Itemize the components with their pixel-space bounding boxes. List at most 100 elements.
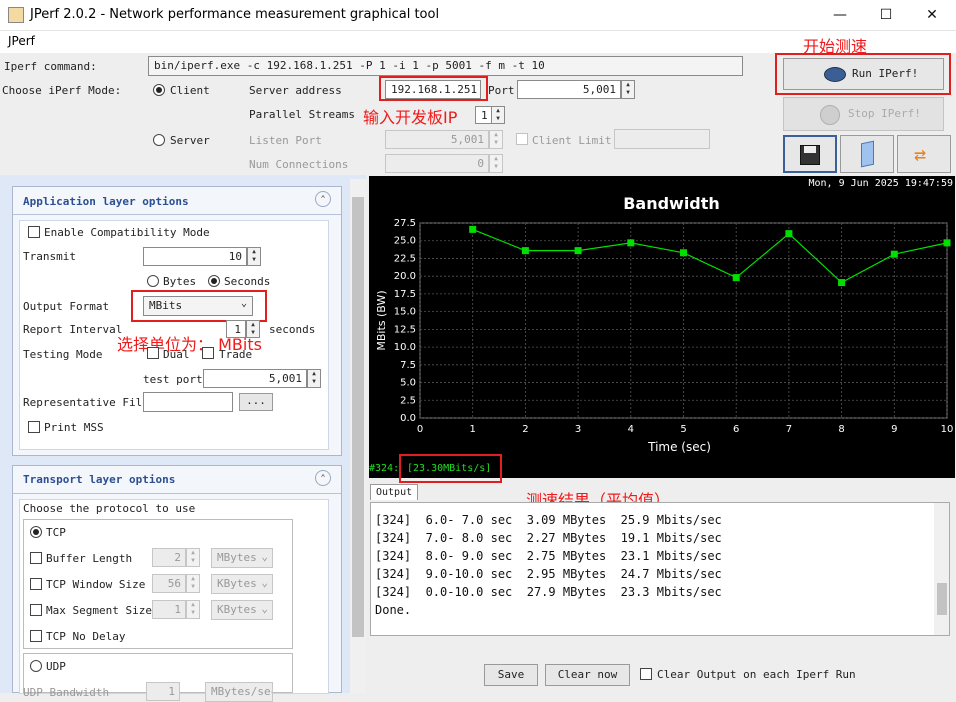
udp-bandwidth-unit-select[interactable]: MBytes/sec — [205, 682, 273, 702]
browse-button[interactable]: ... — [239, 393, 273, 411]
buffer-length-checkbox[interactable] — [30, 552, 42, 564]
output-text-area[interactable]: [324] 6.0- 7.0 sec 3.09 MBytes 25.9 Mbit… — [370, 502, 950, 636]
annotation-box-result — [399, 454, 502, 483]
x-tick-label: 7 — [786, 424, 792, 435]
dual-checkbox[interactable] — [147, 347, 159, 359]
tcp-nodelay-checkbox[interactable] — [30, 630, 42, 642]
parallel-streams-label: Parallel Streams — [249, 108, 355, 121]
mss-input[interactable]: 1 — [152, 600, 186, 619]
print-mss-checkbox[interactable] — [28, 421, 40, 433]
x-tick-label: 8 — [838, 424, 844, 435]
iperf-command-label: Iperf command: — [4, 60, 97, 73]
test-port-input[interactable]: 5,001 — [203, 369, 307, 388]
buffer-length-spinner[interactable]: ▲ ▼ — [186, 548, 200, 567]
y-tick-label: 20.0 — [394, 271, 416, 282]
bytes-label: Bytes — [163, 275, 197, 288]
open-config-button[interactable] — [840, 135, 894, 173]
buffer-unit-select[interactable]: MBytes ⌄ — [211, 548, 273, 568]
parallel-streams-input[interactable]: 1 — [475, 106, 492, 124]
annotation-box-ip — [379, 76, 488, 101]
compat-mode-checkbox[interactable] — [28, 226, 40, 238]
tcp-window-spinner[interactable]: ▲ ▼ — [186, 574, 200, 593]
listen-port-spinner[interactable]: ▲ ▼ — [489, 130, 503, 149]
num-connections-input[interactable]: 0 — [385, 154, 489, 173]
data-point — [785, 230, 793, 238]
clear-each-run-label: Clear Output on each Iperf Run — [657, 668, 856, 681]
data-point — [732, 274, 740, 282]
output-scrollbar-thumb[interactable] — [937, 583, 947, 615]
collapse-icon[interactable]: ⌃ — [315, 191, 331, 207]
scrollbar-thumb[interactable] — [352, 197, 364, 637]
clear-each-run-checkbox[interactable] — [640, 668, 652, 680]
y-tick-label: 25.0 — [394, 236, 416, 247]
trade-checkbox[interactable] — [202, 347, 214, 359]
test-port-spinner[interactable]: ▲ ▼ — [307, 369, 321, 388]
mss-unit-select[interactable]: KBytes ⌄ — [211, 600, 273, 620]
num-connections-spinner[interactable]: ▲ ▼ — [489, 154, 503, 173]
client-limit-checkbox[interactable] — [516, 133, 528, 145]
java-app-icon — [8, 7, 24, 23]
mss-unit-value: KBytes — [217, 603, 257, 616]
port-input[interactable]: 5,001 — [517, 80, 621, 99]
maximize-button[interactable]: ☐ — [863, 0, 909, 31]
stop-iperf-button[interactable]: Stop IPerf! — [783, 97, 944, 131]
iperf-command-field[interactable]: bin/iperf.exe -c 192.168.1.251 -P 1 -i 1… — [148, 56, 743, 76]
output-line: Done. — [375, 603, 412, 617]
annotation-box-run — [775, 53, 951, 95]
title-bar: JPerf 2.0.2 - Network performance measur… — [0, 0, 956, 31]
transmit-spinner[interactable]: ▲ ▼ — [247, 247, 261, 266]
output-scrollbar[interactable] — [934, 503, 949, 635]
collapse-icon[interactable]: ⌃ — [315, 470, 331, 486]
udp-radio[interactable] — [30, 660, 42, 672]
seconds-radio[interactable] — [208, 275, 220, 287]
y-tick-label: 12.5 — [394, 324, 416, 335]
buffer-length-input[interactable]: 2 — [152, 548, 186, 567]
udp-bandwidth-input[interactable]: 1 — [146, 682, 180, 701]
window-unit-value: KBytes — [217, 577, 257, 590]
tcp-window-checkbox[interactable] — [30, 578, 42, 590]
listen-port-input[interactable]: 5,001 — [385, 130, 489, 149]
mss-checkbox[interactable] — [30, 604, 42, 616]
chevron-down-icon: ⌄ — [261, 602, 268, 615]
application-layer-title: Application layer options — [23, 195, 189, 208]
data-point — [574, 247, 582, 255]
tcp-window-input[interactable]: 56 — [152, 574, 186, 593]
save-output-button[interactable]: Save — [484, 664, 538, 686]
menu-item-jperf[interactable]: JPerf — [8, 34, 35, 48]
client-radio[interactable] — [153, 84, 165, 96]
minimize-button[interactable]: — — [817, 0, 863, 31]
output-line: [324] 9.0-10.0 sec 2.95 MBytes 24.7 Mbit… — [375, 567, 722, 581]
floppy-label-icon — [804, 146, 816, 153]
client-limit-input[interactable] — [614, 129, 710, 149]
bytes-radio[interactable] — [147, 275, 159, 287]
save-config-button[interactable] — [783, 135, 837, 173]
data-point — [680, 249, 687, 257]
data-point — [838, 279, 846, 287]
tcp-label: TCP — [46, 526, 66, 539]
data-point — [943, 239, 951, 247]
y-tick-label: 0.0 — [400, 413, 416, 424]
options-scrollbar[interactable] — [350, 179, 366, 693]
port-label: Port — [488, 84, 515, 97]
data-point — [890, 250, 898, 258]
server-radio[interactable] — [153, 134, 165, 146]
clear-output-button[interactable]: Clear now — [545, 664, 630, 686]
transmit-label: Transmit — [23, 250, 76, 263]
window-unit-select[interactable]: KBytes ⌄ — [211, 574, 273, 594]
representative-file-input[interactable] — [143, 392, 233, 412]
transport-layer-title: Transport layer options — [23, 473, 176, 486]
restore-defaults-button[interactable]: ⇄ — [897, 135, 951, 173]
close-button[interactable]: ✕ — [909, 0, 955, 31]
tcp-radio[interactable] — [30, 526, 42, 538]
output-tab[interactable]: Output — [370, 484, 419, 500]
x-tick-label: 4 — [628, 424, 634, 435]
client-label: Client — [170, 84, 210, 97]
y-tick-label: 5.0 — [400, 378, 416, 389]
transmit-input[interactable]: 10 — [143, 247, 247, 266]
data-point — [469, 225, 477, 233]
y-tick-label: 2.5 — [400, 395, 416, 406]
parallel-streams-spinner[interactable]: ▲ ▼ — [491, 106, 505, 124]
mss-spinner[interactable]: ▲ ▼ — [186, 600, 200, 619]
port-spinner[interactable]: ▲ ▼ — [621, 80, 635, 99]
door-icon — [861, 140, 874, 168]
